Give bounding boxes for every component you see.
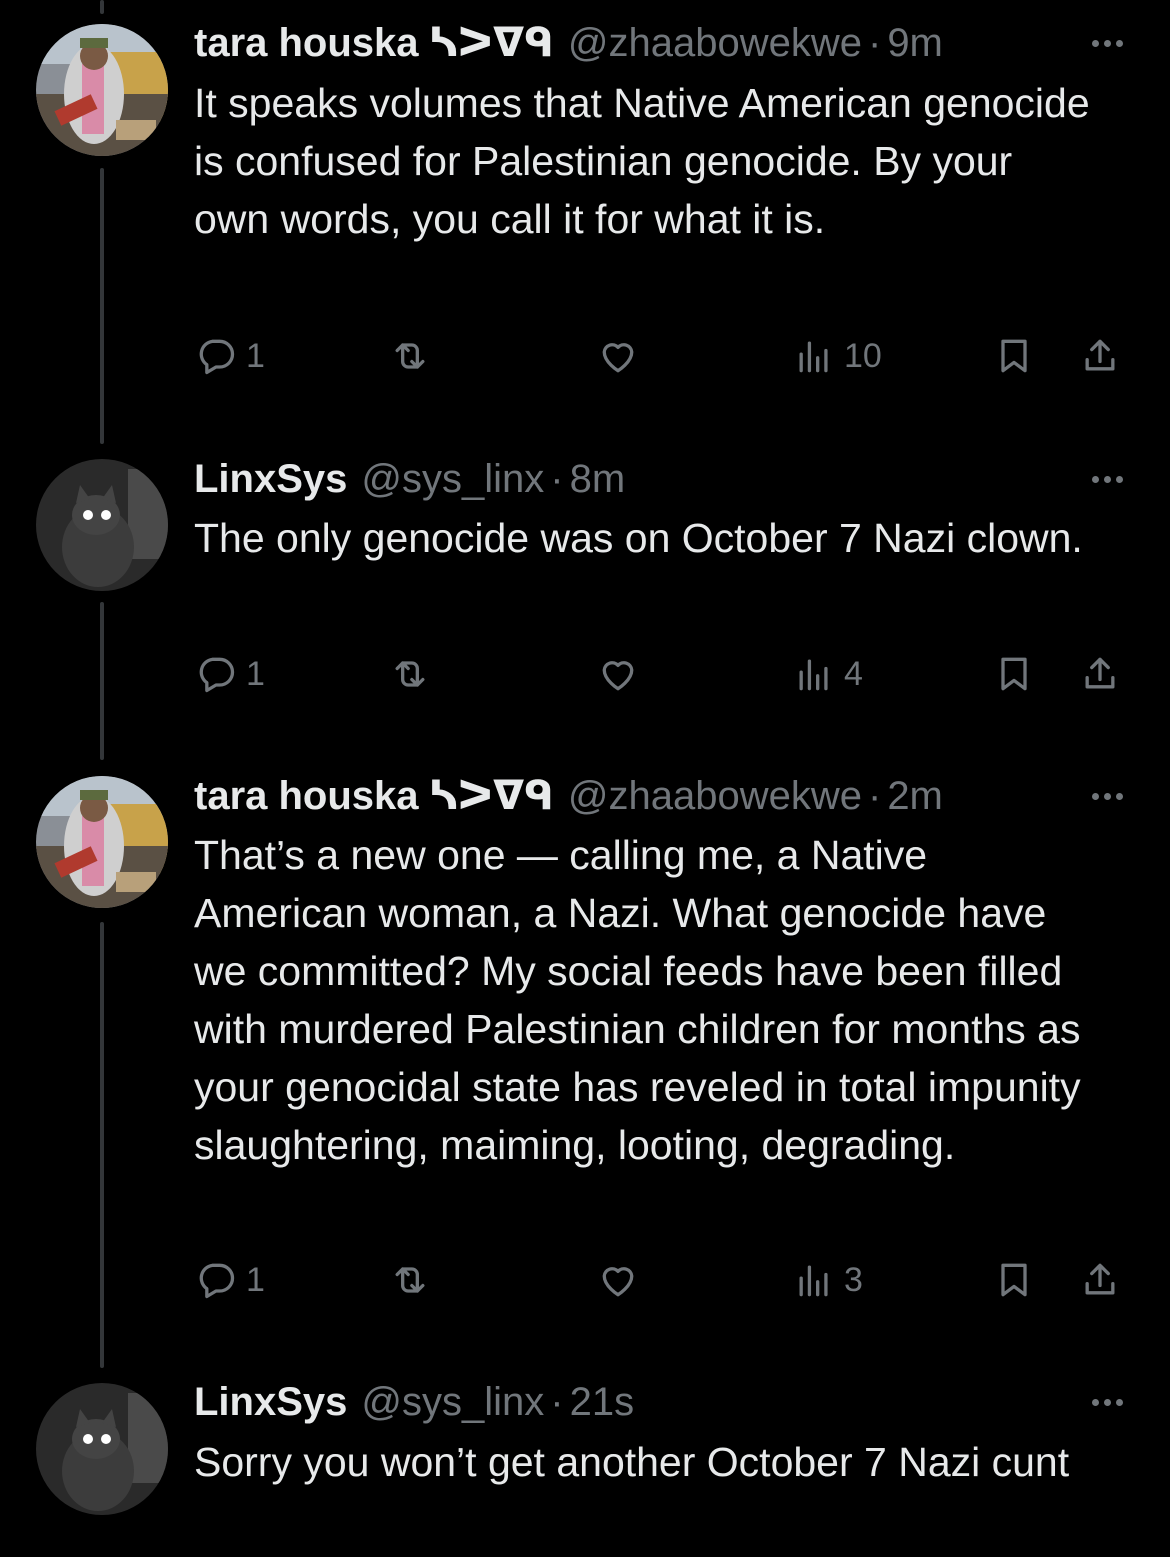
more-options-icon[interactable] bbox=[1082, 18, 1132, 68]
display-name[interactable]: tara houska bbox=[194, 771, 419, 821]
user-handle[interactable]: @zhaabowekwe bbox=[568, 771, 862, 821]
like-button[interactable] bbox=[596, 331, 640, 381]
view-count: 10 bbox=[844, 336, 882, 375]
share-icon bbox=[1085, 657, 1115, 689]
share-button[interactable] bbox=[1078, 1255, 1122, 1305]
views-button[interactable]: 4 bbox=[792, 649, 863, 699]
user-handle[interactable]: @sys_linx bbox=[361, 1377, 544, 1427]
reply-button[interactable]: 1 bbox=[194, 649, 265, 699]
view-count: 4 bbox=[844, 654, 863, 693]
name-syllabics: ᓴᐳᐁᑫ bbox=[428, 774, 554, 818]
avatar[interactable] bbox=[36, 459, 168, 591]
person-avatar-image bbox=[36, 24, 168, 156]
tweet-header: LinxSys @sys_linx · 8m bbox=[194, 454, 1130, 504]
thread-line bbox=[100, 0, 104, 14]
share-button[interactable] bbox=[1078, 331, 1122, 381]
retweet-icon bbox=[395, 343, 425, 369]
like-button[interactable] bbox=[596, 1255, 640, 1305]
cat-avatar-image bbox=[36, 1383, 168, 1515]
share-icon bbox=[1085, 339, 1115, 371]
more-options-icon[interactable] bbox=[1082, 771, 1132, 821]
views-button[interactable]: 10 bbox=[792, 331, 882, 381]
name-syllabics: ᓴᐳᐁᑫ bbox=[428, 21, 554, 65]
bookmark-button[interactable] bbox=[992, 649, 1036, 699]
views-icon bbox=[799, 1265, 828, 1297]
heart-icon bbox=[602, 1267, 634, 1297]
tweet-header: tara houska ᓴᐳᐁᑫ @zhaabowekwe · 2m bbox=[194, 771, 1130, 821]
view-count: 3 bbox=[844, 1260, 863, 1299]
more-options-icon[interactable] bbox=[1082, 454, 1132, 504]
heart-icon bbox=[602, 661, 634, 691]
reply-count: 1 bbox=[246, 336, 265, 375]
retweet-button[interactable] bbox=[388, 331, 432, 381]
like-button[interactable] bbox=[596, 649, 640, 699]
display-name[interactable]: LinxSys bbox=[194, 454, 347, 504]
separator-dot: · bbox=[867, 21, 882, 65]
display-name[interactable]: tara houska bbox=[194, 18, 419, 68]
tweet-actions: 1 4 bbox=[194, 649, 1134, 699]
bookmark-icon bbox=[1001, 339, 1027, 373]
reply-button[interactable]: 1 bbox=[194, 331, 265, 381]
reply-button[interactable]: 1 bbox=[194, 1255, 265, 1305]
display-name[interactable]: LinxSys bbox=[194, 1377, 347, 1427]
views-icon bbox=[799, 341, 828, 373]
thread-line bbox=[100, 922, 104, 1368]
user-handle[interactable]: @sys_linx bbox=[361, 454, 544, 504]
bookmark-icon bbox=[1001, 657, 1027, 691]
timestamp[interactable]: 9m bbox=[887, 18, 943, 68]
bookmark-button[interactable] bbox=[992, 331, 1036, 381]
cat-avatar-image bbox=[36, 459, 168, 591]
thread-line bbox=[100, 168, 104, 444]
reply-icon bbox=[199, 339, 235, 375]
reply-count: 1 bbox=[246, 654, 265, 693]
reply-count: 1 bbox=[246, 1260, 265, 1299]
reply-icon bbox=[199, 1263, 235, 1299]
share-icon bbox=[1085, 1263, 1115, 1295]
views-button[interactable]: 3 bbox=[792, 1255, 863, 1305]
retweet-icon bbox=[395, 1267, 425, 1293]
bookmark-icon bbox=[1001, 1263, 1027, 1297]
views-icon bbox=[799, 659, 828, 691]
separator-dot: · bbox=[867, 774, 882, 818]
tweet-text: It speaks volumes that Native American g… bbox=[194, 80, 1090, 242]
avatar[interactable] bbox=[36, 776, 168, 908]
tweet-header: LinxSys @sys_linx · 21s bbox=[194, 1377, 1130, 1427]
timestamp[interactable]: 8m bbox=[570, 454, 626, 504]
retweet-button[interactable] bbox=[388, 649, 432, 699]
timestamp[interactable]: 21s bbox=[570, 1377, 635, 1427]
tweet-header: tara houska ᓴᐳᐁᑫ @zhaabowekwe · 9m bbox=[194, 18, 1130, 68]
tweet-text: That’s a new one — calling me, a Native … bbox=[194, 832, 1081, 1168]
tweet-text: The only genocide was on October 7 Nazi … bbox=[194, 515, 1083, 561]
tweet-actions: 1 3 bbox=[194, 1255, 1134, 1305]
reply-icon bbox=[199, 657, 235, 693]
avatar[interactable] bbox=[36, 1383, 168, 1515]
tweet-actions: 1 10 bbox=[194, 331, 1134, 381]
user-handle[interactable]: @zhaabowekwe bbox=[568, 18, 862, 68]
retweet-icon bbox=[395, 661, 425, 687]
retweet-button[interactable] bbox=[388, 1255, 432, 1305]
separator-dot: · bbox=[550, 457, 564, 501]
bookmark-button[interactable] bbox=[992, 1255, 1036, 1305]
thread-line bbox=[100, 602, 104, 760]
avatar[interactable] bbox=[36, 24, 168, 156]
more-options-icon[interactable] bbox=[1082, 1377, 1132, 1427]
heart-icon bbox=[602, 343, 634, 373]
tweet-text: Sorry you won’t get another October 7 Na… bbox=[194, 1439, 1070, 1485]
timestamp[interactable]: 2m bbox=[887, 771, 943, 821]
separator-dot: · bbox=[550, 1380, 564, 1424]
person-avatar-image bbox=[36, 776, 168, 908]
share-button[interactable] bbox=[1078, 649, 1122, 699]
